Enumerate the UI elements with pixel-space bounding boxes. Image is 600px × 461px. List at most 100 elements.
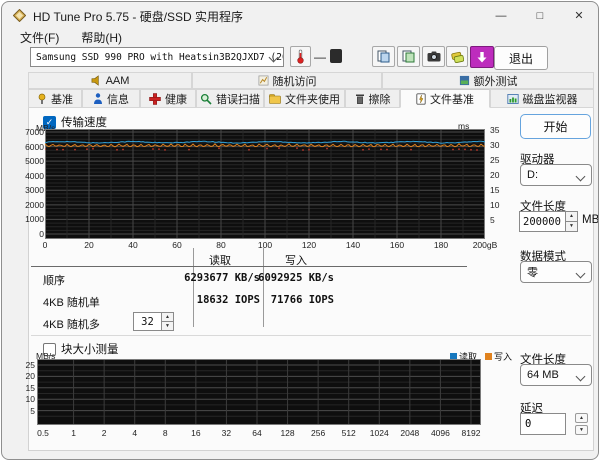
data-mode-dropdown[interactable]: 零 (520, 261, 592, 283)
thermometer-icon (296, 49, 305, 64)
top-chart-xtick: 120 (302, 240, 316, 250)
queue-depth-input[interactable] (133, 312, 161, 331)
top-chart-y2tick: 35 (490, 125, 499, 135)
tab-label: 信息 (107, 91, 129, 107)
table-divider-vertical (193, 248, 194, 327)
disk-monitor-icon (507, 93, 519, 105)
block-file-length-dropdown[interactable]: 64 MB (520, 364, 592, 386)
top-chart-xtick: 0 (43, 240, 48, 250)
bottom-chart-ytick: 10 (26, 394, 35, 404)
random-single-write-value: 71766 IOPS (271, 294, 334, 306)
tab-erase[interactable]: 擦除 (345, 89, 400, 108)
save-icon (451, 51, 464, 63)
spin-down-icon[interactable]: ▼ (565, 222, 578, 232)
app-window: HD Tune Pro 5.75 - 硬盘/SSD 实用程序 — □ ✕ 文件(… (1, 1, 599, 460)
chevron-down-icon (576, 372, 586, 382)
row-label-4kb-single: 4KB 随机单 (43, 294, 100, 310)
chevron-down-icon (576, 172, 586, 182)
app-logo-icon (13, 9, 26, 22)
tab-label: 文件夹使用 (285, 91, 340, 107)
tab-info[interactable]: 信息 (82, 89, 140, 108)
top-chart-xtick: 180 (434, 240, 448, 250)
top-chart-xtick: 80 (216, 240, 225, 250)
tab-file-benchmark[interactable]: 文件基准 (400, 89, 490, 108)
drive-dropdown[interactable]: D: (520, 164, 592, 186)
maximize-button[interactable]: □ (529, 10, 551, 22)
speaker-icon (91, 75, 102, 86)
benchmark-icon (37, 93, 47, 105)
sequential-read-value: 6293677 KB/s (184, 272, 260, 284)
folder-icon (269, 93, 281, 104)
health-cross-icon (149, 93, 161, 105)
block-file-length-value: 64 MB (527, 369, 559, 381)
top-chart-y2tick: 25 (490, 155, 499, 165)
screenshot-button[interactable] (422, 46, 445, 67)
top-chart-xtick: 20 (84, 240, 93, 250)
latency-stepper[interactable]: ▲ ▼ (575, 413, 588, 435)
top-chart-ytick: 1000 (25, 214, 44, 224)
minimize-button[interactable]: — (490, 10, 512, 22)
temperature-button[interactable] (290, 46, 311, 67)
tab-health[interactable]: 健康 (140, 89, 196, 108)
bottom-chart-xtick: 8192 (462, 428, 481, 438)
spin-up-icon[interactable]: ▲ (565, 211, 578, 222)
write-column-header: 写入 (285, 252, 307, 268)
copy-image-icon (402, 50, 415, 63)
file-length-stepper[interactable]: ▲ ▼ (519, 211, 578, 232)
bottom-chart-xtick: 16 (191, 428, 200, 438)
bottom-chart-xtick: 32 (222, 428, 231, 438)
tab-label: 健康 (165, 91, 187, 107)
queue-depth-stepper[interactable]: ▲ ▼ (133, 312, 174, 331)
block-size-label: 块大小测量 (61, 341, 119, 357)
tab-aam[interactable]: AAM (28, 72, 192, 89)
spin-down-icon[interactable]: ▼ (161, 322, 174, 331)
share-button[interactable] (470, 46, 494, 68)
save-button[interactable] (446, 46, 468, 67)
tab-extra-tests[interactable]: 额外测试 (382, 72, 594, 89)
top-chart-y2tick: 10 (490, 200, 499, 210)
bottom-chart-xtick: 512 (342, 428, 356, 438)
transfer-speed-chart (45, 129, 485, 239)
top-chart-xtick: 140 (346, 240, 360, 250)
tab-label: 磁盘监视器 (523, 91, 578, 107)
temperature-badge-icon (330, 49, 342, 63)
spin-up-icon[interactable]: ▲ (161, 312, 174, 322)
chevron-down-icon (576, 269, 586, 279)
row-label-4kb-multi: 4KB 随机多 (43, 316, 100, 332)
drive-selector[interactable]: Samsung SSD 990 PRO with Heatsin3B2QJXD7… (30, 47, 284, 67)
drive-selector-value: Samsung SSD 990 PRO with Heatsin3B2QJXD7… (36, 52, 284, 63)
read-column-header: 读取 (209, 252, 231, 268)
tab-label: 额外测试 (474, 73, 518, 89)
top-chart-xtick: 160 (390, 240, 404, 250)
tab-label: 错误扫描 (216, 91, 260, 107)
exit-button[interactable]: 退出 (494, 46, 548, 70)
spin-down-icon[interactable]: ▼ (575, 425, 588, 435)
table-divider-horizontal (31, 266, 467, 267)
start-button[interactable]: 开始 (520, 114, 591, 139)
bottom-chart-xtick: 64 (252, 428, 261, 438)
tab-folder-usage[interactable]: 文件夹使用 (264, 89, 345, 108)
file-length-input[interactable] (519, 211, 565, 232)
tab-disk-monitor[interactable]: 磁盘监视器 (490, 89, 594, 108)
window-title: HD Tune Pro 5.75 - 硬盘/SSD 实用程序 (33, 8, 243, 25)
bottom-chart-xtick: 1024 (370, 428, 389, 438)
top-chart-y2tick: 15 (490, 185, 499, 195)
top-chart-ytick: 0 (39, 229, 44, 239)
menu-file[interactable]: 文件(F) (14, 29, 65, 45)
camera-icon (427, 51, 441, 62)
tab-random-access[interactable]: 随机访问 (192, 72, 382, 89)
tab-benchmark[interactable]: 基准 (28, 89, 82, 108)
top-chart-xtick: 200gB (473, 240, 498, 250)
bottom-chart-xtick: 0.5 (37, 428, 49, 438)
file-benchmark-panel: ✓ 传输速度 MB/s ms 读取 写入 顺序 6293677 KB/s 609… (28, 108, 594, 451)
transfer-speed-label: 传输速度 (61, 114, 107, 130)
top-chart-xtick: 40 (128, 240, 137, 250)
menu-help[interactable]: 帮助(H) (75, 29, 128, 45)
latency-input[interactable] (520, 413, 566, 435)
close-button[interactable]: ✕ (568, 9, 590, 22)
copy-image-button[interactable] (397, 46, 420, 67)
copy-text-button[interactable] (372, 46, 395, 67)
tab-error-scan[interactable]: 错误扫描 (196, 89, 264, 108)
tab-label: 擦除 (369, 91, 391, 107)
spin-up-icon[interactable]: ▲ (575, 413, 588, 423)
